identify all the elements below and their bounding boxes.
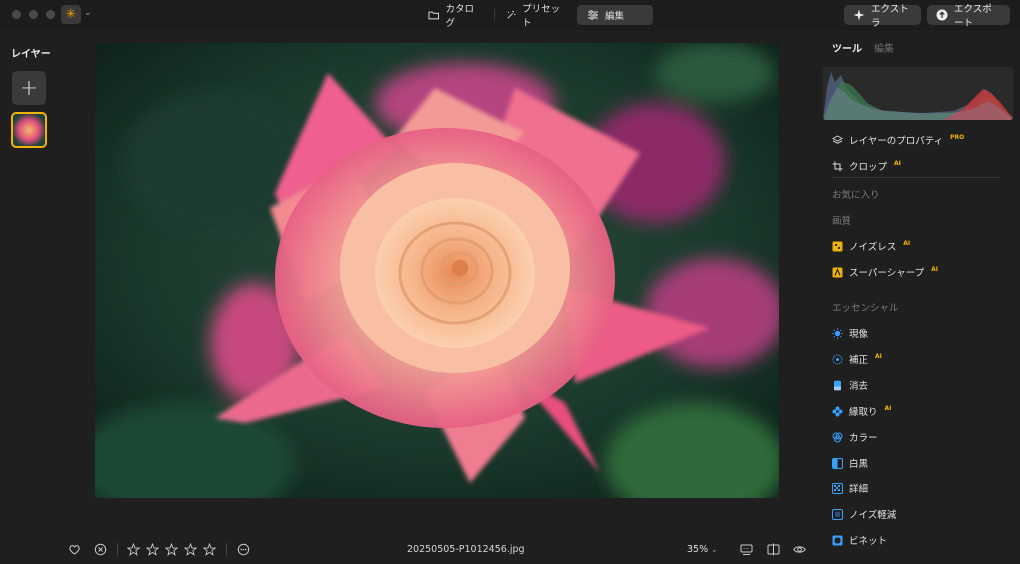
supersharp-label: スーパーシャープ xyxy=(849,268,925,279)
ai-badge: AI xyxy=(903,239,911,247)
color-tool[interactable]: カラー xyxy=(832,430,878,444)
close-window-button[interactable] xyxy=(12,10,21,19)
supersharp-icon xyxy=(832,267,843,278)
vignette-label: ビネット xyxy=(849,536,888,547)
add-layer-button[interactable]: + xyxy=(12,71,46,105)
tab-edits[interactable]: 編集 xyxy=(874,40,894,55)
details-tool[interactable]: 詳細 xyxy=(832,481,868,495)
tab-catalog-label: カタログ xyxy=(445,4,475,29)
app-logo-icon: ✳ xyxy=(65,7,77,22)
enhance-icon xyxy=(832,354,843,365)
export-label: エクスポート xyxy=(954,4,992,29)
sparkle-icon xyxy=(853,9,865,21)
noise-reduction-tool[interactable]: ノイズ軽減 xyxy=(832,507,896,521)
folder-icon xyxy=(428,11,440,20)
star-3-icon[interactable] xyxy=(165,543,178,556)
zoom-level[interactable]: 35% xyxy=(687,544,708,555)
reject-icon[interactable] xyxy=(94,543,107,556)
ai-badge: AI xyxy=(894,159,901,167)
star-2-icon[interactable] xyxy=(146,543,159,556)
supersharp-tool[interactable]: スーパーシャープ AI xyxy=(832,265,938,279)
vignette-tool[interactable]: ビネット xyxy=(832,533,887,547)
quality-section-header[interactable]: 画質 xyxy=(832,213,851,227)
tab-catalog[interactable]: カタログ xyxy=(418,4,492,29)
star-5-icon[interactable] xyxy=(203,543,216,556)
compare-icon[interactable] xyxy=(767,543,780,556)
rose-photo xyxy=(95,43,779,498)
layer-properties-tool[interactable]: レイヤーのプロパティ PRO xyxy=(832,133,964,147)
extra-label: エクストラ xyxy=(871,4,909,29)
minimize-window-button[interactable] xyxy=(29,10,38,19)
tab-presets[interactable]: プリセット xyxy=(496,4,572,29)
develop-label: 現像 xyxy=(849,329,869,340)
ai-badge: AI xyxy=(884,404,892,412)
photo-canvas[interactable] xyxy=(95,43,779,498)
favorites-section-header[interactable]: お気に入り xyxy=(832,187,880,201)
noise-reduction-icon xyxy=(832,508,843,520)
sun-icon xyxy=(832,327,843,339)
develop-tool[interactable]: 現像 xyxy=(832,326,868,340)
chevron-down-icon[interactable]: ⌄ xyxy=(711,545,718,554)
enhance-tool[interactable]: 補正 AI xyxy=(832,352,882,366)
window-controls xyxy=(12,10,55,19)
sparkle-wand-icon xyxy=(507,10,516,19)
edging-label: 縁取り xyxy=(849,407,878,418)
details-icon xyxy=(832,482,843,494)
app-menu-button[interactable]: ✳ xyxy=(61,5,81,24)
ai-badge: AI xyxy=(931,265,939,273)
tab-divider xyxy=(494,9,495,21)
preview-eye-icon[interactable] xyxy=(793,543,806,556)
erase-tool[interactable]: 消去 xyxy=(832,378,868,392)
panel-divider xyxy=(832,177,999,178)
zoom-window-button[interactable] xyxy=(46,10,55,19)
essentials-section-header[interactable]: エッセンシャル xyxy=(832,300,899,314)
noiseless-tool[interactable]: ノイズレス AI xyxy=(832,239,910,253)
pro-badge: PRO xyxy=(950,133,965,141)
noiseless-label: ノイズレス xyxy=(849,242,897,253)
crop-label: クロップ xyxy=(849,162,888,173)
favorite-heart-icon[interactable] xyxy=(68,543,81,556)
vignette-icon xyxy=(832,535,843,546)
erase-label: 消去 xyxy=(849,381,869,392)
plus-icon: + xyxy=(19,75,39,101)
flower-icon xyxy=(832,406,843,417)
color-icon xyxy=(832,432,843,443)
tab-edit[interactable]: 編集 xyxy=(577,5,653,25)
footer-divider xyxy=(226,543,227,556)
enhance-label: 補正 xyxy=(849,355,869,366)
tab-tools[interactable]: ツール xyxy=(832,40,862,55)
crop-icon xyxy=(832,161,843,172)
upload-icon xyxy=(936,9,948,21)
chevron-down-icon[interactable]: ⌄ xyxy=(84,8,92,18)
noise-reduction-label: ノイズ軽減 xyxy=(849,510,897,521)
star-4-icon[interactable] xyxy=(184,543,197,556)
layers-icon xyxy=(832,134,843,146)
export-button[interactable]: エクスポート xyxy=(927,4,1010,29)
color-label: カラー xyxy=(849,433,878,444)
layers-title: レイヤー xyxy=(11,49,51,60)
fit-screen-icon[interactable] xyxy=(740,543,753,556)
bw-icon xyxy=(832,457,843,469)
star-1-icon[interactable] xyxy=(127,543,140,556)
bw-tool[interactable]: 白黒 xyxy=(832,456,868,470)
edging-tool[interactable]: 縁取り AI xyxy=(832,404,891,418)
histogram xyxy=(823,67,1013,120)
file-name: 20250505-P1012456.jpg xyxy=(407,544,525,555)
tab-presets-label: プリセット xyxy=(522,4,561,29)
tab-edit-label: 編集 xyxy=(605,11,625,22)
layer-properties-label: レイヤーのプロパティ xyxy=(849,136,944,147)
more-options-icon[interactable] xyxy=(237,543,250,556)
details-label: 詳細 xyxy=(849,484,869,495)
eraser-icon xyxy=(832,380,843,391)
noiseless-icon xyxy=(832,241,843,252)
title-bar: ✳ ⌄ カタログ プリセット 編集 エクストラ エクスポート xyxy=(0,0,1020,30)
layer-thumbnail[interactable] xyxy=(11,112,47,148)
right-panel-tabs: ツール 編集 xyxy=(832,40,894,55)
sliders-icon xyxy=(588,10,598,20)
bw-label: 白黒 xyxy=(849,459,869,470)
ai-badge: AI xyxy=(875,352,882,360)
extra-button[interactable]: エクストラ xyxy=(844,4,921,29)
crop-tool[interactable]: クロップ AI xyxy=(832,159,901,173)
footer-divider xyxy=(117,543,118,556)
